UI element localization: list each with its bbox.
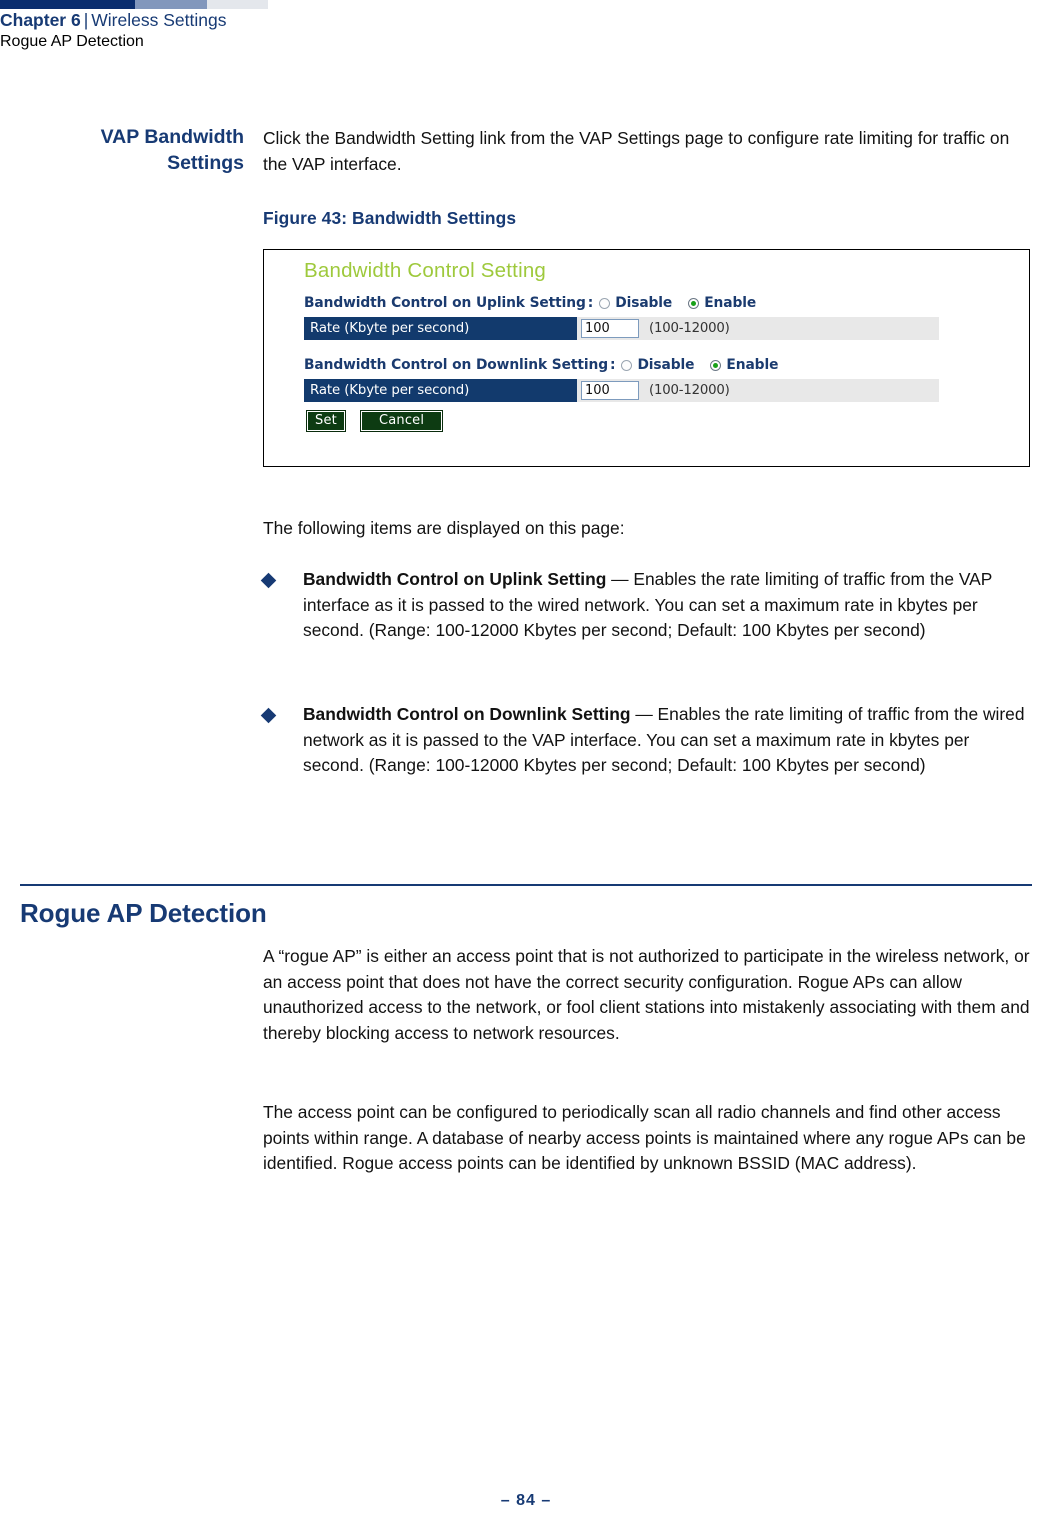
uplink-rate-row: Rate (Kbyte per second) 100 (100-12000): [304, 317, 939, 340]
chapter-label: Chapter 6: [0, 10, 81, 30]
uplink-rate-input-wrap: 100: [577, 317, 639, 340]
device-ui-panel: Bandwidth Control Setting Bandwidth Cont…: [304, 256, 974, 432]
page: Chapter 6 | Wireless Settings Rogue AP Det…: [0, 0, 1052, 1535]
header-bar-segment-mid: [135, 0, 207, 9]
list-item: Bandwidth Control on Downlink Setting — …: [260, 702, 1033, 779]
panel-button-row: Set Cancel: [304, 410, 974, 432]
diamond-bullet-icon: [260, 572, 277, 589]
list-item: Bandwidth Control on Uplink Setting — En…: [260, 567, 1033, 644]
uplink-rate-input[interactable]: 100: [581, 319, 639, 338]
uplink-disable-radio[interactable]: [599, 297, 611, 309]
figure-bandwidth-settings: Bandwidth Control Setting Bandwidth Cont…: [263, 249, 1030, 467]
header-color-bar: [0, 0, 268, 9]
running-header: Chapter 6 | Wireless Settings Rogue AP Det…: [0, 9, 700, 52]
header-bar-segment-dark: [0, 0, 135, 9]
downlink-rate-label: Rate (Kbyte per second): [304, 379, 577, 402]
downlink-rate-row: Rate (Kbyte per second) 100 (100-12000): [304, 379, 939, 402]
list-item-dash: —: [630, 704, 658, 724]
section-paragraph-1: A “rogue AP” is either an access point t…: [263, 946, 1030, 1043]
page-title: Rogue AP Detection: [20, 898, 267, 928]
uplink-disable-label[interactable]: Disable: [615, 292, 672, 314]
uplink-enable-label[interactable]: Enable: [704, 292, 756, 314]
list-item-text: Bandwidth Control on Uplink Setting — En…: [303, 567, 1033, 644]
uplink-rate-range-hint: (100-12000): [649, 321, 730, 336]
cancel-button[interactable]: Cancel: [359, 410, 444, 432]
marginal-heading-line2: Settings: [167, 152, 244, 174]
panel-title: Bandwidth Control Setting: [304, 259, 547, 282]
chapter-title: Wireless Settings: [91, 10, 227, 30]
downlink-rate-input-wrap: 100: [577, 379, 639, 402]
uplink-setting-row: Bandwidth Control on Uplink Setting : Di…: [304, 292, 974, 314]
section-paragraph-1-block: A “rogue AP” is either an access point t…: [263, 944, 1033, 1046]
uplink-setting-label: Bandwidth Control on Uplink Setting: [304, 295, 586, 311]
intro-paragraph-block: Click the Bandwidth Setting link from th…: [263, 126, 1033, 177]
uplink-rate-label: Rate (Kbyte per second): [304, 317, 577, 340]
downlink-setting-row: Bandwidth Control on Downlink Setting : …: [304, 354, 974, 376]
list-item-dash: —: [606, 569, 634, 589]
diamond-bullet-icon: [260, 707, 277, 724]
downlink-enable-label[interactable]: Enable: [726, 354, 778, 376]
items-intro-block: The following items are displayed on thi…: [263, 516, 1033, 542]
items-intro-paragraph: The following items are displayed on thi…: [263, 518, 625, 538]
list-item-term: Bandwidth Control on Uplink Setting: [303, 569, 607, 589]
downlink-colon: :: [610, 357, 616, 373]
uplink-colon: :: [587, 295, 594, 311]
downlink-enable-radio[interactable]: [710, 359, 722, 371]
set-button[interactable]: Set: [306, 410, 346, 432]
marginal-heading-line1: VAP Bandwidth: [100, 126, 244, 148]
header-separator: |: [83, 10, 89, 30]
downlink-rate-range-hint: (100-12000): [649, 383, 730, 398]
intro-paragraph: Click the Bandwidth Setting link from th…: [263, 128, 1010, 174]
downlink-disable-radio[interactable]: [621, 359, 633, 371]
downlink-rate-input[interactable]: 100: [581, 381, 639, 400]
header-bar-segment-light: [207, 0, 268, 9]
uplink-enable-radio[interactable]: [688, 297, 700, 309]
section-divider: [20, 884, 1032, 886]
figure-caption-block: Figure 43: Bandwidth Settings: [263, 208, 1033, 229]
section-paragraph-2: The access point can be configured to pe…: [263, 1102, 1026, 1173]
running-header-line1: Chapter 6 | Wireless Settings: [0, 9, 700, 31]
section-paragraph-2-block: The access point can be configured to pe…: [263, 1100, 1033, 1177]
list-item-text: Bandwidth Control on Downlink Setting — …: [303, 702, 1033, 779]
marginal-heading: VAP Bandwidth Settings: [30, 124, 244, 176]
downlink-setting-label: Bandwidth Control on Downlink Setting: [304, 357, 609, 373]
running-header-subsection: Rogue AP Detection: [0, 33, 144, 50]
page-number: – 84 –: [500, 1492, 552, 1509]
figure-caption: Figure 43: Bandwidth Settings: [263, 208, 517, 228]
downlink-disable-label[interactable]: Disable: [637, 354, 694, 376]
list-item-term: Bandwidth Control on Downlink Setting: [303, 704, 631, 724]
